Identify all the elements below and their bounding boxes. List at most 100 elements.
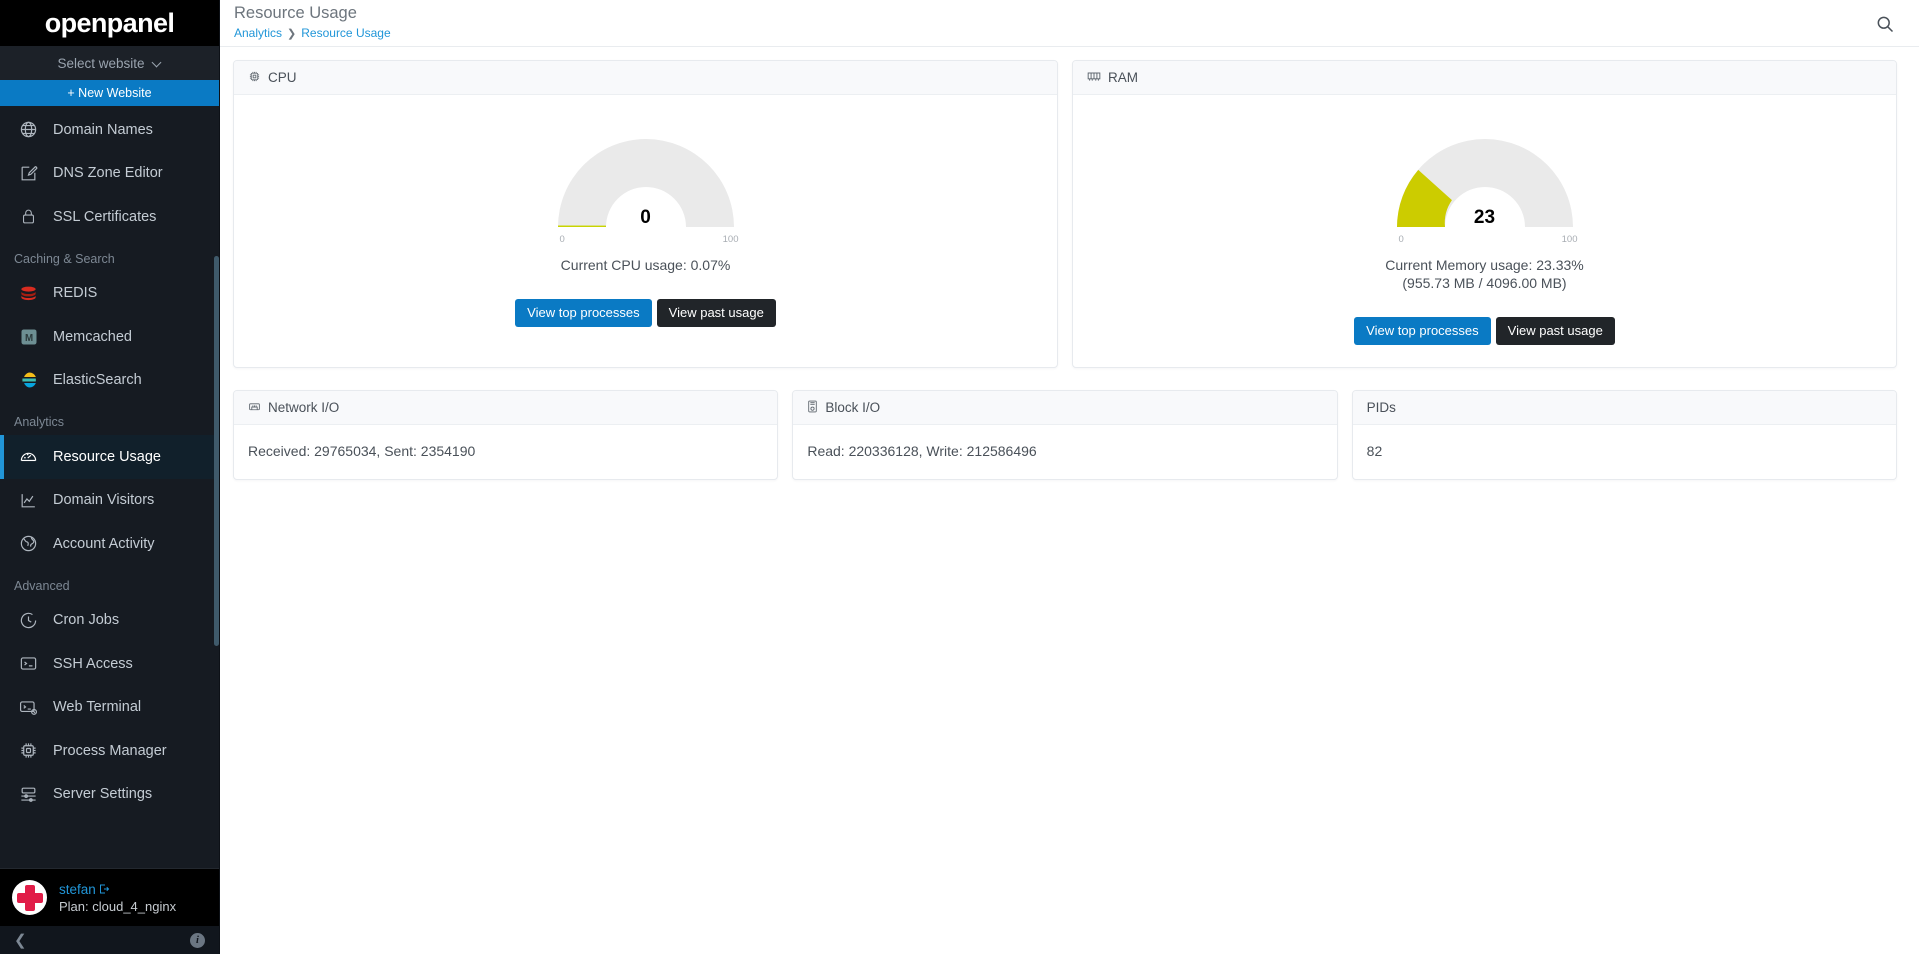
sidebar-item-account-activity[interactable]: Account Activity [0, 522, 219, 566]
card-block-io-header: Block I/O [793, 391, 1337, 426]
cpu-view-past-usage-button[interactable]: View past usage [656, 298, 776, 328]
card-ram-body: 23 0 100 Current Memory usage: 23.33% (9… [1073, 95, 1896, 367]
sidebar-item-label: Domain Visitors [53, 492, 155, 509]
ram-gauge-tick-max: 100 [1561, 234, 1578, 245]
svg-text:M: M [24, 333, 32, 344]
sidebar-item-label: REDIS [53, 285, 98, 302]
card-network-io-body: Received: 29765034, Sent: 2354190 [234, 425, 777, 479]
pids-value: 82 [1366, 443, 1383, 460]
breadcrumb-item-analytics[interactable]: Analytics [234, 26, 282, 40]
card-ram-header: RAM [1073, 61, 1896, 95]
sidebar-item-resource-usage[interactable]: Resource Usage [0, 435, 219, 479]
card-network-io: Network I/O Received: 29765034, Sent: 23… [233, 390, 779, 481]
sidebar-item-elasticsearch[interactable]: ElasticSearch [0, 359, 219, 403]
brand-name: openpanel [44, 7, 175, 38]
lock-icon [18, 206, 39, 227]
user-name-label: stefan [59, 881, 96, 897]
user-plan-label: Plan: cloud_4_nginx [59, 898, 177, 914]
block-io-value: Read: 220336128, Write: 212586496 [807, 443, 1037, 460]
chevron-down-icon [153, 59, 162, 68]
ram-view-top-processes-button[interactable]: View top processes [1354, 316, 1491, 346]
sidebar-item-label: Account Activity [53, 535, 155, 552]
sidebar-footer: ❮ i [0, 926, 219, 954]
ram-view-past-usage-button[interactable]: View past usage [1495, 316, 1615, 346]
avatar [12, 880, 47, 915]
sidebar-item-ssl-certificates[interactable]: SSL Certificates [0, 195, 219, 239]
globe-activity-icon [18, 533, 39, 554]
sidebar-item-redis[interactable]: REDIS [0, 272, 219, 316]
ram-actions: View top processes View past usage [1354, 316, 1615, 346]
cpu-gauge-ticks: 0 100 [546, 234, 746, 250]
elasticsearch-icon [18, 370, 39, 391]
card-cpu-header: CPU [234, 61, 1057, 95]
terminal-icon [18, 653, 39, 674]
memory-stick-icon [1087, 71, 1101, 84]
sidebar-section-analytics: Analytics [14, 415, 65, 429]
sidebar-item-server-settings[interactable]: Server Settings [0, 773, 219, 817]
io-row: Network I/O Received: 29765034, Sent: 23… [233, 390, 1897, 481]
cpu-gauge-caption: Current CPU usage: 0.07% [561, 257, 731, 275]
sidebar-item-label: Process Manager [53, 742, 167, 759]
ram-gauge: 23 [1385, 127, 1585, 233]
site-selector-label: Select website [57, 55, 145, 71]
sidebar-item-web-terminal[interactable]: Web Terminal [0, 686, 219, 730]
breadcrumb-separator: ❯ [287, 27, 297, 40]
cpu-gauge-value: 0 [640, 207, 651, 228]
openpanel-cross-avatar-icon [16, 884, 43, 911]
gauges-row: CPU 0 0 100 Current CPU usage: 0.07% Vie… [233, 60, 1897, 369]
edit-square-icon [18, 163, 39, 184]
card-pids-body: 82 [1353, 425, 1896, 479]
sidebar-nav-list: Domain Names DNS Zone Editor SSL Certifi… [0, 106, 219, 816]
sidebar-item-domain-names[interactable]: Domain Names [0, 108, 219, 152]
cpu-chip-icon [248, 70, 261, 85]
search-icon[interactable] [1875, 14, 1897, 36]
network-icon [248, 400, 261, 415]
ram-gauge-ticks: 0 100 [1385, 234, 1585, 250]
sidebar-item-label: ElasticSearch [53, 372, 142, 389]
network-io-value: Received: 29765034, Sent: 2354190 [248, 443, 476, 460]
cpu-gauge: 0 [546, 127, 746, 233]
cpu-gauge-tick-max: 100 [722, 234, 739, 245]
user-meta: stefan Plan: cloud_4_nginx [59, 882, 176, 914]
sidebar-item-process-manager[interactable]: Process Manager [0, 729, 219, 773]
card-ram: RAM 23 0 100 Current Memory usage: 23.33… [1072, 60, 1897, 369]
card-block-io-title: Block I/O [825, 400, 881, 416]
sidebar-item-domain-visitors[interactable]: Domain Visitors [0, 479, 219, 523]
sidebar-item-memcached[interactable]: M Memcached [0, 315, 219, 359]
sidebar-item-label: SSL Certificates [53, 208, 157, 225]
info-icon[interactable]: i [190, 932, 205, 948]
card-pids-header: PIDs [1352, 391, 1896, 426]
card-cpu-title: CPU [268, 70, 297, 85]
cpu-view-top-processes-button[interactable]: View top processes [515, 298, 652, 328]
redis-icon [18, 283, 39, 304]
card-block-io: Block I/O Read: 220336128, Write: 212586… [792, 390, 1338, 481]
card-cpu-body: 0 0 100 Current CPU usage: 0.07% View to… [234, 95, 1057, 349]
card-ram-title: RAM [1108, 70, 1138, 85]
sidebar-section-advanced: Advanced [14, 578, 70, 593]
sidebar-item-label: Cron Jobs [53, 612, 120, 629]
cpu-chip-icon [18, 740, 39, 761]
sidebar-scrollbar[interactable] [214, 256, 219, 646]
clock-icon [18, 610, 39, 631]
content-area: CPU 0 0 100 Current CPU usage: 0.07% Vie… [220, 47, 1919, 954]
sidebar-section-caching: Caching & Search [14, 251, 115, 266]
user-logout-link[interactable]: stefan [59, 882, 176, 897]
sidebar-item-cron-jobs[interactable]: Cron Jobs [0, 599, 219, 643]
ram-gauge-wrap: 23 0 100 Current Memory usage: 23.33% (9… [1087, 109, 1882, 353]
brand-logo[interactable]: openpanel [0, 0, 219, 46]
sidebar-item-dns-zone-editor[interactable]: DNS Zone Editor [0, 152, 219, 196]
sidebar-item-label: Memcached [53, 328, 132, 345]
chevron-left-icon[interactable]: ❮ [14, 933, 27, 948]
cpu-gauge-tick-min: 0 [559, 234, 565, 245]
card-network-io-header: Network I/O [234, 391, 778, 426]
topbar-left: Resource Usage Analytics ❯ Resource Usag… [234, 3, 391, 40]
card-block-io-body: Read: 220336128, Write: 212586496 [793, 425, 1336, 479]
site-selector[interactable]: Select website [0, 46, 219, 80]
breadcrumb-item-resource-usage[interactable]: Resource Usage [301, 26, 390, 40]
ram-gauge-caption: Current Memory usage: 23.33% (955.73 MB … [1385, 257, 1583, 293]
card-network-io-title: Network I/O [268, 400, 340, 416]
globe-icon [18, 119, 39, 140]
sidebar: openpanel Select website + New Website D… [0, 0, 220, 954]
new-website-button[interactable]: + New Website [0, 80, 219, 106]
sidebar-item-ssh-access[interactable]: SSH Access [0, 642, 219, 686]
